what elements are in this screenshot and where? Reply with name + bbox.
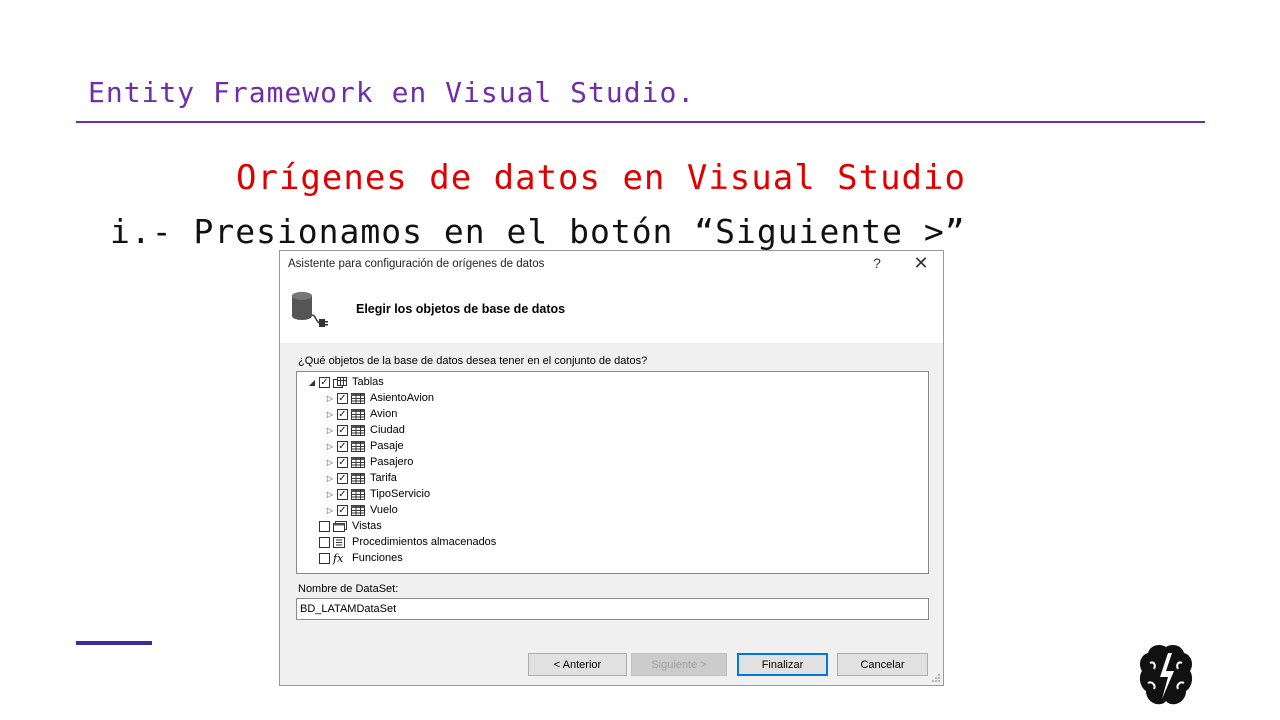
table-icon bbox=[351, 440, 365, 452]
dialog-title: Asistente para configuración de orígenes… bbox=[288, 258, 545, 270]
data-source-wizard-dialog: Asistente para configuración de orígenes… bbox=[279, 250, 944, 686]
tree-checkbox[interactable]: ✓ bbox=[337, 408, 348, 420]
tree-checkbox[interactable]: ✓ bbox=[337, 504, 348, 516]
tree-node-stored-procedure[interactable]: Procedimientos almacenados bbox=[317, 534, 496, 550]
expand-triangle-icon[interactable]: ▷ bbox=[325, 390, 335, 406]
dialog-header: Elegir los objetos de base de datos bbox=[280, 285, 943, 343]
tree-node-view[interactable]: Vistas bbox=[317, 518, 382, 534]
tree-node-label: Pasajero bbox=[370, 456, 414, 468]
tree-node-label: Tablas bbox=[352, 376, 384, 388]
tables-folder-icon bbox=[333, 376, 347, 388]
tree-checkbox[interactable]: ✓ bbox=[319, 376, 330, 388]
table-icon bbox=[351, 504, 365, 516]
tree-node-label: Avion bbox=[370, 408, 398, 420]
tree-checkbox[interactable]: ✓ bbox=[337, 392, 348, 404]
tree-node-table[interactable]: ▷ ✓ Pasajero bbox=[325, 454, 414, 470]
back-button[interactable]: < Anterior bbox=[528, 653, 627, 676]
title-divider bbox=[76, 121, 1205, 123]
tree-checkbox[interactable]: ✓ bbox=[337, 424, 348, 436]
tree-node-label: Vuelo bbox=[370, 504, 398, 516]
tree-node-table[interactable]: ▷ ✓ AsientoAvion bbox=[325, 390, 434, 406]
expand-triangle-icon[interactable]: ▷ bbox=[325, 486, 335, 502]
table-icon bbox=[351, 424, 365, 436]
table-icon bbox=[351, 408, 365, 420]
tree-node-table[interactable]: ▷ ✓ Tarifa bbox=[325, 470, 397, 486]
function-icon: fx bbox=[333, 551, 344, 565]
table-icon bbox=[351, 456, 365, 468]
dialog-titlebar: Asistente para configuración de orígenes… bbox=[280, 251, 943, 285]
slide-heading: Orígenes de datos en Visual Studio bbox=[236, 158, 966, 198]
finish-button[interactable]: Finalizar bbox=[737, 653, 828, 676]
expand-triangle-icon[interactable]: ▷ bbox=[325, 470, 335, 486]
resize-grip-icon[interactable] bbox=[931, 673, 941, 683]
slide-step-text: i.- Presionamos en el botón “Siguiente >… bbox=[110, 212, 966, 251]
expand-triangle-icon[interactable]: ▷ bbox=[325, 438, 335, 454]
dataset-name-input[interactable] bbox=[296, 598, 929, 620]
cancel-button[interactable]: Cancelar bbox=[837, 653, 928, 676]
tree-node-tablas[interactable]: ◢ ✓ Tablas bbox=[307, 374, 384, 390]
close-button[interactable]: ✕ bbox=[910, 253, 932, 274]
tree-node-label: Tarifa bbox=[370, 472, 397, 484]
tree-checkbox[interactable] bbox=[319, 552, 330, 564]
tree-node-table[interactable]: ▷ ✓ Avion bbox=[325, 406, 397, 422]
tree-node-table[interactable]: ▷ ✓ TipoServicio bbox=[325, 486, 430, 502]
tree-node-label: AsientoAvion bbox=[370, 392, 435, 404]
tree-checkbox[interactable]: ✓ bbox=[337, 488, 348, 500]
brain-logo-icon bbox=[1139, 645, 1193, 705]
table-icon bbox=[351, 472, 365, 484]
tree-node-label: TipoServicio bbox=[370, 488, 431, 500]
tree-checkbox[interactable] bbox=[319, 520, 330, 532]
dataset-name-label: Nombre de DataSet: bbox=[298, 583, 399, 595]
tree-node-table[interactable]: ▷ ✓ Ciudad bbox=[325, 422, 405, 438]
database-icon bbox=[292, 292, 328, 327]
tree-node-label: Vistas bbox=[352, 520, 382, 532]
tree-checkbox[interactable] bbox=[319, 536, 330, 548]
expand-triangle-icon[interactable]: ▷ bbox=[325, 454, 335, 470]
table-icon bbox=[351, 392, 365, 404]
slide-title: Entity Framework en Visual Studio. bbox=[88, 76, 696, 109]
next-button[interactable]: Siguiente > bbox=[631, 653, 727, 676]
accent-bar bbox=[76, 641, 152, 645]
stored-procedure-icon bbox=[333, 536, 345, 548]
expand-triangle-icon[interactable]: ▷ bbox=[325, 406, 335, 422]
tree-checkbox[interactable]: ✓ bbox=[337, 456, 348, 468]
tree-node-function[interactable]: fx Funciones bbox=[317, 550, 403, 566]
tree-node-label: Procedimientos almacenados bbox=[352, 536, 497, 548]
tree-checkbox[interactable]: ✓ bbox=[337, 440, 348, 452]
expand-triangle-icon[interactable]: ▷ bbox=[325, 422, 335, 438]
tree-node-label: Pasaje bbox=[370, 440, 404, 452]
view-icon bbox=[333, 520, 347, 532]
objects-tree-label: ¿Qué objetos de la base de datos desea t… bbox=[298, 355, 648, 367]
dialog-header-title: Elegir los objetos de base de datos bbox=[356, 302, 566, 316]
expand-triangle-icon[interactable]: ▷ bbox=[325, 502, 335, 518]
tree-node-table[interactable]: ▷ ✓ Vuelo bbox=[325, 502, 398, 518]
tree-node-label: Funciones bbox=[352, 552, 403, 564]
help-button[interactable]: ? bbox=[870, 255, 884, 271]
table-icon bbox=[351, 488, 365, 500]
collapse-triangle-icon[interactable]: ◢ bbox=[307, 374, 317, 390]
tree-checkbox[interactable]: ✓ bbox=[337, 472, 348, 484]
database-objects-tree[interactable]: ◢ ✓ Tablas ▷ ✓ AsientoAvion ▷ ✓ Avion ▷ ✓ Ciudad… bbox=[296, 371, 929, 574]
tree-node-table[interactable]: ▷ ✓ Pasaje bbox=[325, 438, 404, 454]
tree-node-label: Ciudad bbox=[370, 424, 405, 436]
